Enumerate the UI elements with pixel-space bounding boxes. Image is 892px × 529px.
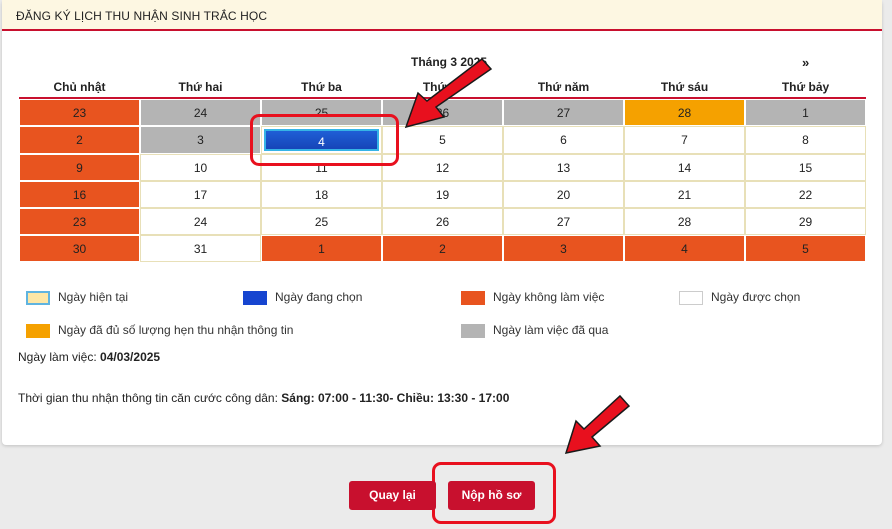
day-cell: 24	[140, 99, 261, 126]
calendar-week-row: 9 10 11 12 13 14 15	[19, 154, 866, 181]
legend-selectable: Ngày được chọn	[679, 290, 800, 305]
legend-selecting-label: Ngày đang chọn	[275, 290, 363, 304]
day-cell[interactable]: 24	[140, 208, 261, 235]
legend-full-label: Ngày đã đủ số lượng hẹn thu nhận thông t…	[58, 323, 294, 337]
legend-selectable-label: Ngày được chọn	[711, 290, 801, 304]
day-cell: 2	[382, 235, 503, 262]
weekday-header: Thứ ba	[261, 77, 382, 99]
day-cell[interactable]: 14	[624, 154, 745, 181]
selecting-swatch	[243, 290, 267, 305]
day-cell: 23	[19, 99, 140, 126]
workday-label: Ngày làm việc:	[18, 350, 101, 364]
weekday-header: Thứ hai	[140, 77, 261, 99]
day-cell[interactable]: 10	[140, 154, 261, 181]
day-cell[interactable]: 12	[382, 154, 503, 181]
day-cell[interactable]: 22	[745, 181, 866, 208]
day-cell: 2	[19, 126, 140, 154]
day-cell[interactable]: 6	[503, 126, 624, 154]
day-cell[interactable]: 21	[624, 181, 745, 208]
workday-value: 04/03/2025	[100, 350, 161, 364]
legend-today-label: Ngày hiện tại	[58, 290, 129, 304]
day-cell[interactable]: 19	[382, 181, 503, 208]
calendar-week-row: 23 24 25 26 27 28 29	[19, 208, 866, 235]
day-cell[interactable]: 13	[503, 154, 624, 181]
selectable-swatch	[679, 290, 703, 305]
back-button[interactable]: Quay lại	[349, 481, 436, 510]
calendar-week-row: 16 17 18 19 20 21 22	[19, 181, 866, 208]
legend-today: Ngày hiện tại	[26, 290, 128, 305]
day-cell: 16	[19, 181, 140, 208]
arrow-to-submit-icon	[564, 394, 631, 454]
day-cell[interactable]: 29	[745, 208, 866, 235]
day-cell[interactable]: 15	[745, 154, 866, 181]
day-cell: 3	[140, 126, 261, 154]
submit-button[interactable]: Nộp hồ sơ	[448, 481, 535, 510]
next-month-button[interactable]: »	[802, 55, 809, 70]
day-cell[interactable]: 8	[745, 126, 866, 154]
past-swatch	[461, 323, 485, 338]
day-cell[interactable]: 7	[624, 126, 745, 154]
day-cell: 9	[19, 154, 140, 181]
legend-selecting: Ngày đang chọn	[243, 290, 362, 305]
weekday-header: Thứ năm	[503, 77, 624, 99]
hours-info: Thời gian thu nhận thông tin căn cước cô…	[18, 391, 509, 405]
legend-non-working-label: Ngày không làm việc	[493, 290, 605, 304]
arrow-to-day-icon	[404, 57, 493, 129]
day-cell: 23	[19, 208, 140, 235]
legend-full: Ngày đã đủ số lượng hẹn thu nhận thông t…	[26, 323, 293, 338]
day-cell[interactable]: 28	[624, 208, 745, 235]
hours-label: Thời gian thu nhận thông tin căn cước cô…	[18, 391, 282, 405]
legend-past-label: Ngày làm việc đã qua	[493, 323, 609, 337]
day-cell[interactable]: 31	[140, 235, 261, 262]
day-cell: 1	[745, 99, 866, 126]
day-cell[interactable]: 27	[503, 208, 624, 235]
day-cell[interactable]: 26	[382, 208, 503, 235]
day-cell: 3	[503, 235, 624, 262]
day-cell: 28	[624, 99, 745, 126]
weekday-header: Thứ bảy	[745, 77, 866, 99]
weekday-header: Thứ sáu	[624, 77, 745, 99]
calendar-week-row: 30 31 1 2 3 4 5	[19, 235, 866, 262]
day-cell: 30	[19, 235, 140, 262]
non-working-swatch	[461, 290, 485, 305]
day-cell[interactable]: 18	[261, 181, 382, 208]
day-cell[interactable]: 17	[140, 181, 261, 208]
day-cell: 1	[261, 235, 382, 262]
today-swatch	[26, 290, 50, 305]
weekday-header: Chủ nhật	[19, 77, 140, 99]
legend-non-working: Ngày không làm việc	[461, 290, 604, 305]
legend-past: Ngày làm việc đã qua	[461, 323, 608, 338]
day-cell[interactable]: 25	[261, 208, 382, 235]
panel-title: ĐĂNG KÝ LỊCH THU NHẬN SINH TRẮC HỌC	[2, 0, 882, 31]
full-swatch	[26, 323, 50, 338]
workday-info: Ngày làm việc: 04/03/2025	[18, 350, 160, 364]
day-cell[interactable]: 20	[503, 181, 624, 208]
selected-day-highlight	[250, 114, 399, 166]
day-cell: 5	[745, 235, 866, 262]
day-cell: 4	[624, 235, 745, 262]
hours-value: Sáng: 07:00 - 11:30- Chiều: 13:30 - 17:0…	[281, 391, 510, 405]
day-cell: 27	[503, 99, 624, 126]
